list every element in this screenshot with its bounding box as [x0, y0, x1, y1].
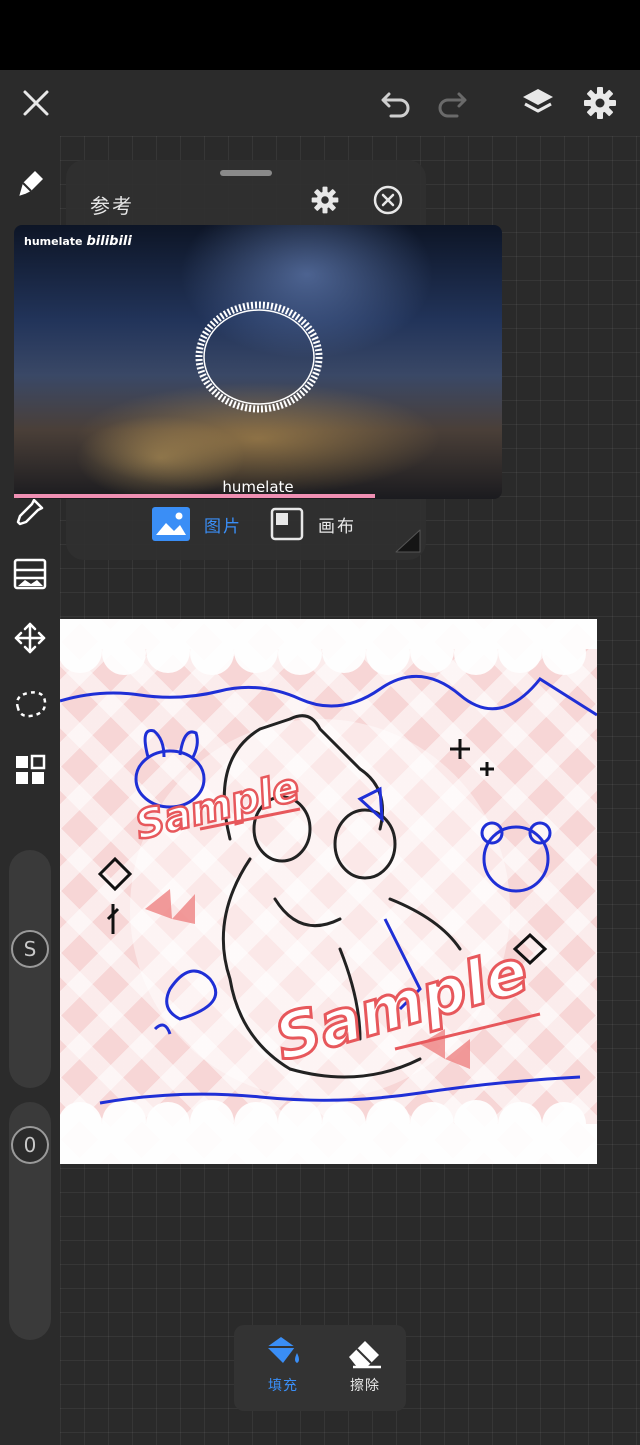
resize-handle-icon[interactable] [392, 526, 424, 556]
canvas-icon [270, 507, 304, 541]
image-adjust-icon [13, 558, 47, 590]
pen-icon [18, 171, 43, 198]
reference-settings-button[interactable] [305, 180, 345, 220]
status-bar [0, 0, 640, 70]
tab-canvas[interactable]: 画布 [270, 507, 356, 541]
layers-button[interactable] [518, 83, 558, 123]
grid-tool-button[interactable] [8, 748, 52, 792]
audio-visualizer-ring [195, 301, 323, 413]
lasso-icon [15, 691, 47, 718]
top-toolbar [0, 70, 640, 136]
grid-icon [16, 754, 46, 784]
undo-button[interactable] [376, 83, 416, 123]
lasso-tool-button[interactable] [8, 682, 52, 726]
brush-size-label: S [23, 937, 37, 961]
undo-icon [381, 92, 410, 118]
watermark-brand: bilibili [86, 234, 132, 249]
fill-label: 填充 [268, 1378, 298, 1394]
gear-icon [311, 186, 339, 214]
move-tool-button[interactable] [8, 616, 52, 660]
reference-playback-progress [14, 494, 376, 498]
erase-label: 擦除 [350, 1378, 380, 1394]
close-button[interactable] [16, 83, 56, 123]
eraser-icon [349, 1341, 381, 1369]
reference-close-button[interactable] [368, 180, 408, 220]
brush-size-knob[interactable]: S [11, 930, 49, 968]
layers-icon [523, 89, 553, 113]
brush-size-slider[interactable] [9, 850, 51, 1088]
redo-icon [438, 92, 467, 118]
drawing-canvas[interactable]: Sample Sample [60, 619, 597, 1164]
image-icon [152, 507, 190, 541]
close-circle-icon [373, 185, 403, 215]
tab-image[interactable]: 图片 [152, 507, 242, 541]
gear-icon [584, 87, 616, 119]
opacity-label: 0 [23, 1133, 37, 1157]
tab-image-label: 图片 [204, 516, 242, 537]
redo-button[interactable] [432, 83, 472, 123]
reference-watermark: humelate bilibili [24, 234, 132, 249]
opacity-knob[interactable]: 0 [11, 1126, 49, 1164]
fill-erase-popup: 填充 擦除 [234, 1325, 406, 1411]
adjust-tool-button[interactable] [8, 552, 52, 596]
tab-canvas-label: 画布 [318, 516, 356, 537]
erase-button[interactable]: 擦除 [330, 1335, 400, 1405]
reference-panel-drag-handle[interactable] [220, 170, 272, 176]
artwork: Sample Sample [60, 619, 597, 1164]
settings-button[interactable] [580, 83, 620, 123]
fill-button[interactable]: 填充 [248, 1335, 318, 1405]
watermark-name: humelate [24, 235, 83, 248]
eyedropper-icon [16, 498, 44, 526]
reference-panel-title: 参考 [90, 194, 134, 218]
paint-bucket-icon [267, 1337, 299, 1363]
close-icon [23, 90, 49, 116]
pen-tool-button[interactable] [8, 162, 52, 206]
move-icon [14, 622, 46, 654]
reference-source-tabs: 图片 画布 [152, 506, 384, 542]
